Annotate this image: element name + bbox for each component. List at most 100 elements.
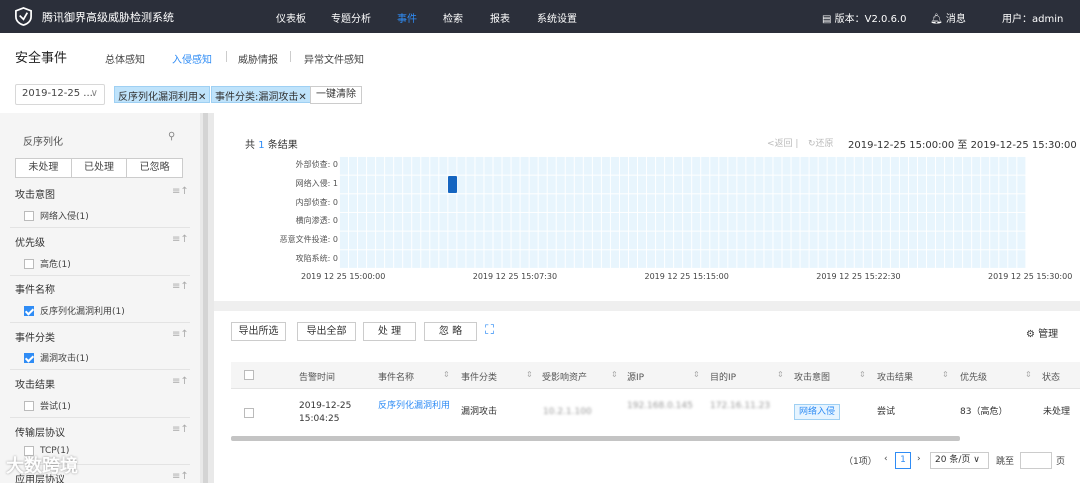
current-page[interactable]: 1 bbox=[895, 452, 911, 469]
facet-option[interactable]: 网络入侵(1) bbox=[24, 209, 89, 222]
tab-threat-intel[interactable]: 威胁情报 bbox=[238, 51, 278, 66]
close-icon[interactable]: ✕ bbox=[298, 92, 306, 103]
cell-priority: 83（高危） bbox=[960, 407, 1008, 417]
checkbox-checked[interactable] bbox=[24, 305, 34, 316]
col-alert-time[interactable]: 告警时间 bbox=[299, 370, 335, 383]
nav-search[interactable]: 检索 bbox=[443, 10, 463, 25]
version-info: ▤ 版本：V2.0.6.0 bbox=[822, 14, 907, 25]
page-header: 安全事件 总体感知 入侵感知 威胁情报 异常文件感知 2019-12-25 ..… bbox=[0, 33, 1080, 113]
sort-icon[interactable]: ≡↑ bbox=[172, 281, 189, 292]
facet-option[interactable]: 漏洞攻击(1) bbox=[24, 351, 89, 364]
cell-dst-ip: 172.16.11.23 bbox=[710, 401, 771, 411]
prev-page-icon[interactable]: ‹ bbox=[884, 454, 888, 464]
nav-topic-analysis[interactable]: 专题分析 bbox=[331, 10, 371, 25]
checkbox[interactable] bbox=[24, 400, 34, 411]
export-all-button[interactable]: 导出全部 bbox=[297, 322, 356, 341]
jump-page-input[interactable] bbox=[1020, 452, 1052, 469]
facet-title: 攻击结果 bbox=[15, 380, 55, 391]
cell-src-ip: 192.168.0.145 bbox=[627, 401, 693, 411]
close-icon[interactable]: ✕ bbox=[198, 92, 206, 103]
segment-ignored[interactable]: 已忽略 bbox=[127, 159, 182, 177]
manage-columns-button[interactable]: ⚙ 管理 bbox=[1026, 325, 1058, 340]
nav-events[interactable]: 事件 bbox=[397, 10, 417, 25]
checkbox[interactable] bbox=[24, 258, 34, 269]
chevron-down-icon: ∨ bbox=[90, 88, 98, 99]
clear-all-button[interactable]: 一键清除 bbox=[310, 86, 362, 104]
sort-icon[interactable]: ⇕ bbox=[443, 370, 450, 379]
nav-reports[interactable]: 报表 bbox=[490, 10, 510, 25]
cell-event-name-link[interactable]: 反序列化漏洞利用 bbox=[378, 400, 450, 413]
sort-icon[interactable]: ≡↑ bbox=[172, 471, 189, 482]
y-tick-label: 横向渗透: 0 bbox=[295, 216, 338, 226]
divider bbox=[10, 322, 190, 323]
nav-dashboard[interactable]: 仪表板 bbox=[276, 10, 306, 25]
checkbox[interactable] bbox=[24, 210, 34, 221]
sort-icon[interactable]: ⇕ bbox=[611, 370, 618, 379]
fullscreen-icon[interactable]: ⛶ bbox=[485, 323, 494, 338]
sort-icon[interactable]: ⇕ bbox=[859, 370, 866, 379]
bell-icon: 🔔︎ bbox=[930, 14, 946, 25]
heatmap-grid[interactable] bbox=[339, 156, 1026, 268]
segment-unprocessed[interactable]: 未处理 bbox=[16, 159, 72, 177]
col-event-name[interactable]: 事件名称 bbox=[378, 370, 414, 383]
x-tick-label: 2019 12 25 15:00:00 bbox=[301, 272, 386, 281]
restore-link[interactable]: ↻还原 bbox=[808, 136, 834, 149]
messages-link[interactable]: 🔔︎ 消息 bbox=[930, 10, 966, 25]
col-dst-ip[interactable]: 目的IP bbox=[710, 370, 736, 383]
nav-system-settings[interactable]: 系统设置 bbox=[537, 10, 577, 25]
date-select[interactable]: 2019-12-25 ... ∨ bbox=[15, 84, 105, 105]
col-priority[interactable]: 优先级 bbox=[960, 370, 987, 383]
sort-icon[interactable]: ≡↑ bbox=[172, 376, 189, 387]
process-button[interactable]: 处 理 bbox=[363, 322, 416, 341]
back-link[interactable]: <返回 | bbox=[767, 136, 798, 149]
sort-icon[interactable]: ≡↑ bbox=[172, 186, 189, 197]
horizontal-scrollbar[interactable] bbox=[231, 436, 960, 441]
sort-icon[interactable]: ≡↑ bbox=[172, 234, 189, 245]
col-asset[interactable]: 受影响资产 bbox=[542, 370, 587, 383]
row-checkbox[interactable] bbox=[244, 408, 254, 418]
sort-icon[interactable]: ≡↑ bbox=[172, 329, 189, 340]
page-unit-label: 页 bbox=[1056, 457, 1066, 467]
facet-title: 传输层协议 bbox=[15, 428, 65, 439]
col-src-ip[interactable]: 源IP bbox=[627, 370, 644, 383]
select-all-checkbox[interactable] bbox=[244, 370, 254, 380]
result-count: 共 1 条结果 bbox=[245, 140, 298, 151]
shield-logo-icon bbox=[15, 7, 32, 26]
ignore-button[interactable]: 忽 略 bbox=[424, 322, 477, 341]
facet-option[interactable]: 尝试(1) bbox=[24, 399, 71, 412]
cell-category: 漏洞攻击 bbox=[461, 407, 498, 417]
facet-title: 优先级 bbox=[15, 238, 45, 249]
sort-icon[interactable]: ⇕ bbox=[526, 370, 533, 379]
x-tick-label: 2019 12 25 15:07:30 bbox=[472, 272, 558, 281]
heatmap-cell[interactable] bbox=[448, 175, 457, 194]
total-items: （1项） bbox=[844, 457, 877, 467]
intent-tag: 网络入侵 bbox=[794, 404, 841, 420]
sidebar-search-input[interactable]: 反序列化 bbox=[23, 133, 63, 148]
sort-icon[interactable]: ≡↑ bbox=[172, 424, 189, 435]
col-category[interactable]: 事件分类 bbox=[461, 370, 497, 383]
export-selected-button[interactable]: 导出所选 bbox=[231, 322, 286, 341]
sort-icon[interactable]: ⇕ bbox=[942, 370, 949, 379]
facet-option[interactable]: 高危(1) bbox=[24, 257, 71, 270]
segment-processed[interactable]: 已处理 bbox=[72, 159, 128, 177]
search-icon[interactable]: ⚲ bbox=[168, 131, 175, 142]
col-status[interactable]: 状态 bbox=[1042, 370, 1060, 383]
tab-intrusion[interactable]: 入侵感知 bbox=[172, 51, 212, 66]
facet-option[interactable]: 反序列化漏洞利用(1) bbox=[24, 304, 125, 317]
cell-alert-time: 2019-12-25 15:04:25 bbox=[299, 401, 352, 424]
divider bbox=[10, 417, 190, 418]
page-size-select[interactable]: 20 条/页 ∨ bbox=[930, 452, 989, 469]
sort-icon[interactable]: ⇕ bbox=[1025, 370, 1032, 379]
checkbox-checked[interactable] bbox=[24, 352, 34, 363]
user-menu[interactable]: 用户：admin bbox=[1002, 10, 1063, 25]
page-title: 安全事件 bbox=[15, 51, 68, 66]
col-result[interactable]: 攻击结果 bbox=[877, 370, 913, 383]
top-navbar: 腾讯御界高级威胁检测系统 仪表板 专题分析 事件 检索 报表 系统设置 ▤ 版本… bbox=[0, 0, 1080, 33]
col-intent[interactable]: 攻击意图 bbox=[794, 370, 830, 383]
tab-abnormal-file[interactable]: 异常文件感知 bbox=[304, 51, 364, 66]
sort-icon[interactable]: ⇕ bbox=[693, 370, 700, 379]
sort-icon[interactable]: ⇕ bbox=[777, 370, 784, 379]
next-page-icon[interactable]: › bbox=[917, 454, 921, 464]
tab-overall[interactable]: 总体感知 bbox=[105, 51, 145, 66]
sidebar-resize-handle[interactable] bbox=[203, 113, 208, 483]
